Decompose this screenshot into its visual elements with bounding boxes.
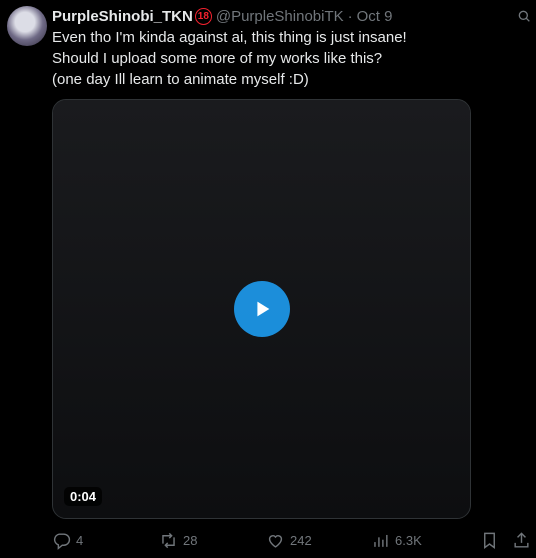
- bookmark-icon: [484, 532, 495, 550]
- reply-count: 4: [76, 533, 84, 548]
- tweet-header: PurpleShinobi_TKN 18 @PurpleShinobiTK · …: [52, 6, 393, 26]
- age-badge-icon: 18: [194, 7, 212, 25]
- retweet-icon: [162, 532, 175, 549]
- video-duration: 0:04: [64, 487, 103, 506]
- share-icon: [514, 532, 529, 548]
- tweet-text: Even tho I'm kinda against ai, this thin…: [52, 27, 522, 90]
- views-button[interactable]: 6.3K: [371, 531, 422, 550]
- tweet-text-line: Should I upload some more of my works li…: [52, 50, 383, 67]
- like-count: 242: [290, 533, 312, 548]
- views-icon: [374, 534, 388, 547]
- display-name[interactable]: PurpleShinobi_TKN: [52, 8, 193, 25]
- avatar[interactable]: [7, 6, 47, 46]
- tweet-text-line: (one day Ill learn to animate myself :D): [52, 71, 309, 88]
- like-button[interactable]: 242: [266, 531, 312, 550]
- action-bar: 4 28 242 6.3K: [52, 531, 536, 555]
- tweet-text-line: Even tho I'm kinda against ai, this thin…: [52, 29, 407, 46]
- view-count: 6.3K: [395, 533, 422, 548]
- reply-button[interactable]: 4: [52, 531, 83, 550]
- like-icon: [268, 535, 283, 548]
- share-button[interactable]: [512, 531, 531, 550]
- tweet-date[interactable]: Oct 9: [357, 8, 393, 25]
- retweet-count: 28: [183, 533, 198, 548]
- play-icon[interactable]: [233, 281, 290, 337]
- reply-icon: [53, 533, 71, 550]
- user-handle[interactable]: @PurpleShinobiTK: [216, 8, 344, 25]
- more-icon[interactable]: [516, 8, 532, 24]
- retweet-button[interactable]: 28: [159, 531, 197, 550]
- video-player[interactable]: 0:04: [52, 99, 471, 519]
- bookmark-button[interactable]: [480, 531, 499, 550]
- separator: ·: [347, 7, 353, 25]
